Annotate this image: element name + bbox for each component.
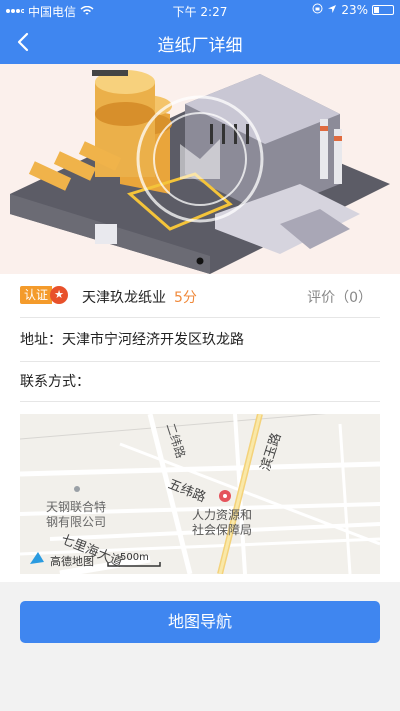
map-scale: 500m <box>120 552 149 563</box>
map-label-poi: 社会保障局 <box>192 523 253 537</box>
page-title: 造纸厂详细 <box>157 36 243 56</box>
map-navigation-button[interactable]: 地图导航 <box>20 601 380 643</box>
star-icon: ★ <box>50 286 69 304</box>
rotation-lock-icon <box>312 3 323 17</box>
factory-illustration <box>0 64 400 274</box>
status-right: 23% <box>312 3 394 17</box>
company-score: 5分 <box>174 290 197 306</box>
status-bar: 中国电信 下午 2:27 23% <box>0 0 400 20</box>
map-section: 二纬路 五纬路 滨玉路 七里海大道 天钢联合特 钢有限公司 人力资源和 社会保障… <box>0 402 400 582</box>
company-card: 认证 ★ 天津玖龙纸业 5分 评价（0） 地址：天津市宁河经济开发区玖龙路 联系… <box>0 274 400 402</box>
map-label-poi: 钢有限公司 <box>46 515 107 529</box>
battery-icon <box>372 5 394 15</box>
location-icon <box>327 3 337 17</box>
rating-link[interactable]: 评价（0） <box>307 287 372 307</box>
address-row: 地址：天津市宁河经济开发区玖龙路 <box>20 318 380 362</box>
company-name: 天津玖龙纸业 <box>82 290 166 306</box>
contact-row: 联系方式： <box>20 362 380 402</box>
nav-bar: 造纸厂详细 <box>0 20 400 64</box>
location-map[interactable]: 二纬路 五纬路 滨玉路 七里海大道 天钢联合特 钢有限公司 人力资源和 社会保障… <box>20 414 380 574</box>
company-row: 认证 ★ 天津玖龙纸业 5分 评价（0） <box>20 274 380 318</box>
verified-label: 认证 <box>20 286 53 304</box>
verified-badge: 认证 ★ <box>20 285 69 305</box>
map-logo: 高德地图 <box>50 555 94 568</box>
battery-percent: 23% <box>341 3 368 17</box>
